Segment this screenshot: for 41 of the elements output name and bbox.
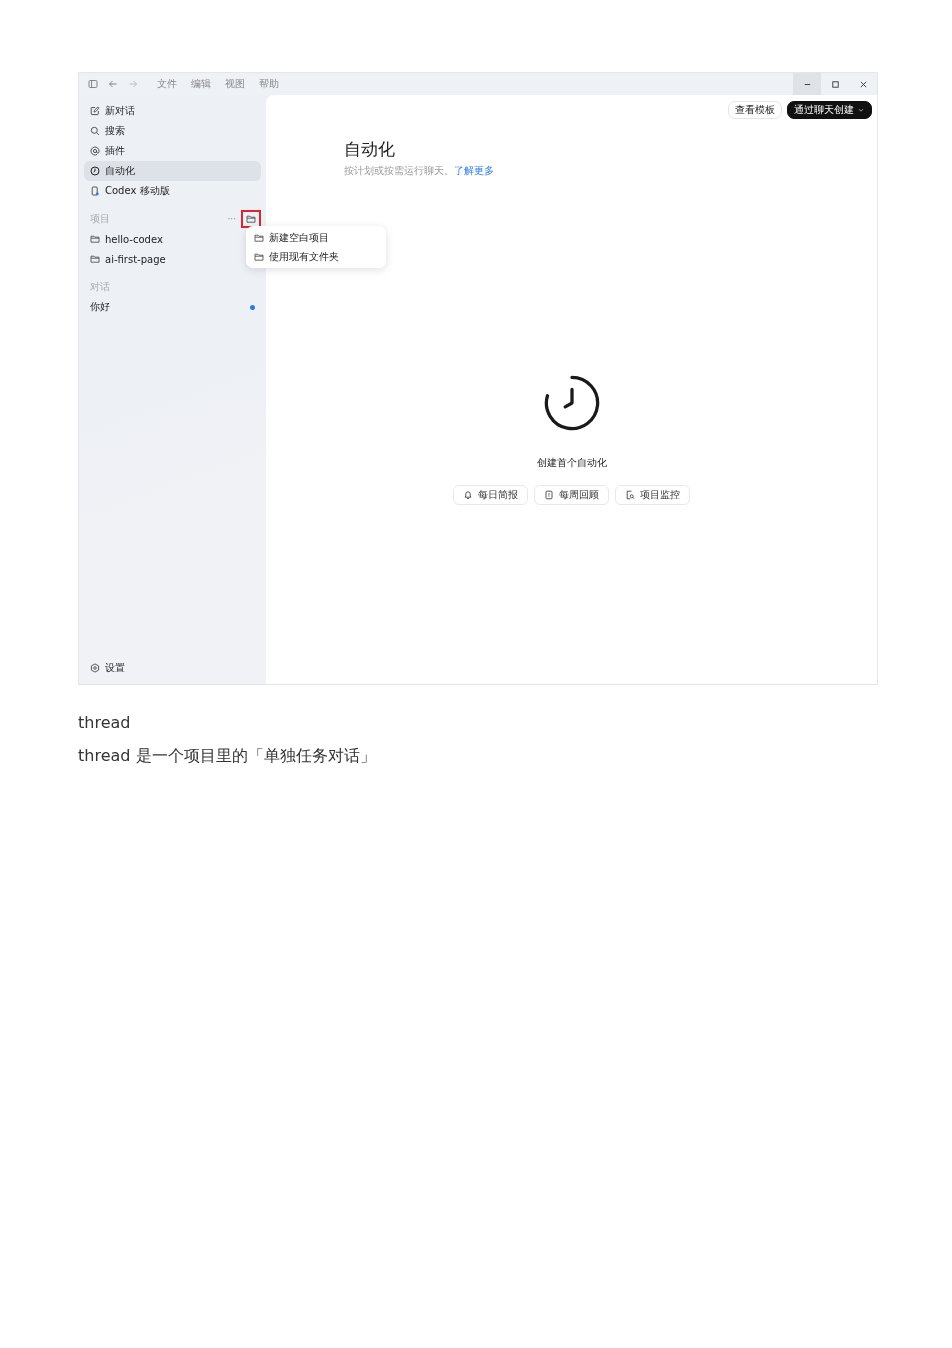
sidebar-item[interactable]: 自动化: [84, 161, 261, 181]
conversation-item[interactable]: 你好: [84, 297, 261, 317]
settings-icon: [90, 663, 100, 673]
sidebar-item[interactable]: 新对话: [84, 101, 261, 121]
suggestion-chip[interactable]: 每周回顾: [534, 485, 609, 505]
folder-icon: [254, 232, 264, 243]
close-icon: [858, 79, 868, 89]
suggestion-chip[interactable]: 项目监控: [615, 485, 690, 505]
empty-state-title: 创建首个自动化: [536, 456, 607, 470]
edit-icon: [90, 106, 100, 116]
forward-arrow-icon[interactable]: [128, 79, 138, 89]
sidebar-toggle-icon[interactable]: [88, 79, 98, 89]
document-paragraph: thread 是一个项目里的「单独任务对话」: [78, 746, 377, 767]
sidebar-item[interactable]: Codex 移动版: [84, 181, 261, 201]
folder-icon: [90, 234, 100, 244]
learn-more-link[interactable]: 了解更多: [454, 165, 494, 176]
folder-icon: [254, 251, 264, 262]
create-button[interactable]: 通过聊天创建: [787, 101, 872, 119]
page-title: 自动化: [344, 138, 396, 161]
settings-item[interactable]: 设置: [84, 658, 261, 678]
phone-icon: [90, 186, 100, 196]
search-icon: [90, 126, 100, 136]
document-heading: thread: [78, 713, 132, 732]
back-arrow-icon[interactable]: [108, 79, 118, 89]
note-icon: [544, 490, 554, 500]
maximize-icon: [830, 79, 840, 89]
sidebar-item[interactable]: 搜索: [84, 121, 261, 141]
document-search-icon: [625, 490, 635, 500]
section-heading: 项目: [90, 212, 111, 226]
bell-icon: [463, 490, 473, 500]
suggestion-chip[interactable]: 每日简报: [453, 485, 528, 505]
at-icon: [90, 146, 100, 156]
section-heading: 对话: [90, 280, 111, 294]
clock-icon: [542, 374, 601, 432]
sidebar-item[interactable]: 插件: [84, 141, 261, 161]
folder-icon: [246, 214, 256, 224]
chevron-down-icon: [857, 106, 865, 114]
folder-icon: [90, 254, 100, 264]
clock-icon: [90, 166, 100, 176]
templates-button[interactable]: 查看模板: [728, 101, 782, 119]
page-subtitle: 按计划或按需运行聊天。: [344, 165, 454, 176]
